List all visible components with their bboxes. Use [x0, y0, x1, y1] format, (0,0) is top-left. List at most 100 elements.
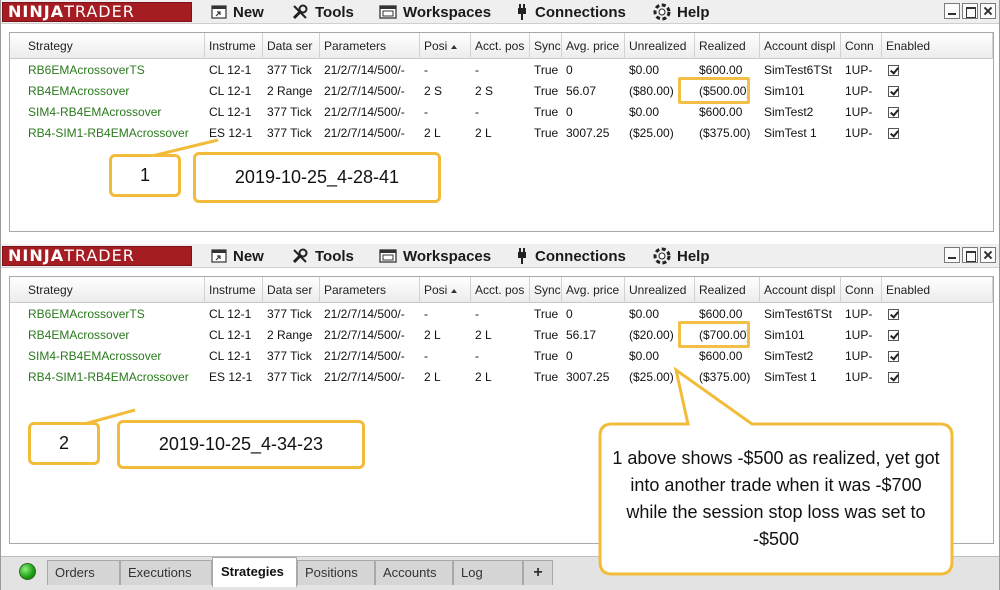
column-header-account-display[interactable]: Account displ — [760, 33, 841, 59]
table-row[interactable]: SIM4-RB4EMAcrossover CL 12-1 377 Tick 21/2/… — [10, 346, 993, 367]
cell-data-series: 377 Tick — [267, 63, 312, 77]
menu-workspaces[interactable]: Workspaces — [379, 2, 491, 22]
cell-position: 2 L — [424, 126, 441, 140]
column-header-enabled[interactable]: Enabled — [882, 33, 993, 59]
cell-realized: ($375.00) — [699, 370, 751, 384]
cell-account-position: - — [475, 307, 479, 321]
cell-connection: 1UP- — [845, 126, 873, 140]
cell-instrument: CL 12-1 — [209, 349, 252, 363]
cell-enabled — [882, 60, 993, 81]
cell-instrument: CL 12-1 — [209, 84, 252, 98]
cell-avg-price: 56.17 — [566, 328, 597, 342]
menu-help[interactable]: Help — [653, 246, 710, 266]
menu-new[interactable]: New — [211, 246, 264, 266]
cell-account-position: 2 L — [475, 328, 492, 342]
tab-orders[interactable]: Orders — [47, 560, 120, 585]
tab-executions[interactable]: Executions — [120, 560, 212, 585]
column-header-account-position[interactable]: Acct. pos — [471, 33, 530, 59]
tab-strategies[interactable]: Strategies — [212, 557, 297, 587]
cell-sync: True — [534, 370, 559, 384]
column-header-avg-price[interactable]: Avg. price — [562, 33, 625, 59]
column-header-instrument[interactable]: Instrume — [205, 277, 263, 303]
table-row[interactable]: RB4-SIM1-RB4EMAcrossover ES 12-1 377 Tick 2… — [10, 367, 993, 388]
column-header-enabled[interactable]: Enabled — [882, 277, 993, 303]
table-row[interactable]: RB6EMAcrossoverTS CL 12-1 377 Tick 21/2/7/1… — [10, 60, 993, 81]
minimize-button[interactable] — [944, 247, 960, 263]
column-header-parameters[interactable]: Parameters — [320, 277, 420, 303]
column-header-unrealized[interactable]: Unrealized — [625, 33, 695, 59]
column-header-parameters[interactable]: Parameters — [320, 33, 420, 59]
column-header-strategy[interactable]: Strategy — [10, 277, 205, 303]
close-button[interactable] — [980, 3, 996, 19]
enabled-checkbox[interactable] — [888, 86, 899, 97]
cell-sync: True — [534, 126, 559, 140]
tab-log[interactable]: Log — [453, 560, 523, 585]
enabled-checkbox[interactable] — [888, 107, 899, 118]
column-header-account-position[interactable]: Acct. pos — [471, 277, 530, 303]
cell-sync: True — [534, 349, 559, 363]
column-header-position[interactable]: Posi — [420, 33, 471, 59]
callout-timestamp-2: 2019-10-25_4-34-23 — [117, 420, 365, 469]
column-header-strategy[interactable]: Strategy — [10, 33, 205, 59]
column-header-data-series[interactable]: Data ser — [263, 33, 320, 59]
strategies-grid: Strategy Instrume Data ser Parameters Posi Ac… — [9, 32, 994, 232]
grid-body: RB6EMAcrossoverTS CL 12-1 377 Tick 21/2/7/1… — [10, 60, 993, 144]
column-header-position[interactable]: Posi — [420, 277, 471, 303]
column-header-connection[interactable]: Conn — [841, 33, 882, 59]
enabled-checkbox[interactable] — [888, 330, 899, 341]
menu-new[interactable]: New — [211, 2, 264, 22]
cell-account-display: SimTest 1 — [764, 126, 817, 140]
close-button[interactable] — [980, 247, 996, 263]
column-header-realized[interactable]: Realized — [695, 277, 760, 303]
table-row[interactable]: RB4EMAcrossover CL 12-1 2 Range 21/2/7/14/5… — [10, 81, 993, 102]
grid-header: Strategy Instrume Data ser Parameters Posi Ac… — [10, 277, 993, 303]
cell-data-series: 377 Tick — [267, 349, 312, 363]
maximize-button[interactable] — [962, 3, 978, 19]
enabled-checkbox[interactable] — [888, 128, 899, 139]
cell-connection: 1UP- — [845, 63, 873, 77]
cell-position: - — [424, 349, 428, 363]
column-header-account-display[interactable]: Account displ — [760, 277, 841, 303]
column-header-connection[interactable]: Conn — [841, 277, 882, 303]
cell-account-position: 2 L — [475, 126, 492, 140]
minimize-button[interactable] — [944, 3, 960, 19]
enabled-checkbox[interactable] — [888, 309, 899, 320]
callout-timestamp-1: 2019-10-25_4-28-41 — [193, 152, 441, 203]
column-header-sync[interactable]: Sync — [530, 33, 562, 59]
table-row[interactable]: RB4EMAcrossover CL 12-1 2 Range 21/2/7/14/5… — [10, 325, 993, 346]
menu-connections[interactable]: Connections — [515, 246, 626, 266]
tools-icon — [292, 4, 308, 20]
column-header-avg-price[interactable]: Avg. price — [562, 277, 625, 303]
menu-connections[interactable]: Connections — [515, 2, 626, 22]
enabled-checkbox[interactable] — [888, 65, 899, 76]
table-row[interactable]: RB4-SIM1-RB4EMAcrossover ES 12-1 377 Tick 2… — [10, 123, 993, 144]
table-row[interactable]: SIM4-RB4EMAcrossover CL 12-1 377 Tick 21/2/… — [10, 102, 993, 123]
column-header-realized[interactable]: Realized — [695, 33, 760, 59]
enabled-checkbox[interactable] — [888, 351, 899, 362]
enabled-checkbox[interactable] — [888, 372, 899, 383]
column-header-data-series[interactable]: Data ser — [263, 277, 320, 303]
menu-tools[interactable]: Tools — [291, 2, 354, 22]
cell-account-display: Sim101 — [764, 84, 805, 98]
ninjatrader-logo: NINJATRADER — [2, 246, 192, 266]
maximize-button[interactable] — [962, 247, 978, 263]
cell-sync: True — [534, 63, 559, 77]
column-header-instrument[interactable]: Instrume — [205, 33, 263, 59]
cell-parameters: 21/2/7/14/500/- — [324, 84, 405, 98]
column-header-sync[interactable]: Sync — [530, 277, 562, 303]
cell-strategy: RB4EMAcrossover — [28, 328, 130, 342]
column-header-unrealized[interactable]: Unrealized — [625, 277, 695, 303]
cell-instrument: CL 12-1 — [209, 307, 252, 321]
cell-account-position: - — [475, 349, 479, 363]
add-tab-button[interactable]: + — [523, 560, 553, 585]
cell-strategy: SIM4-RB4EMAcrossover — [28, 349, 162, 363]
tab-positions[interactable]: Positions — [297, 560, 375, 585]
cell-parameters: 21/2/7/14/500/- — [324, 307, 405, 321]
cell-parameters: 21/2/7/14/500/- — [324, 63, 405, 77]
menu-help[interactable]: Help — [653, 2, 710, 22]
menu-workspaces[interactable]: Workspaces — [379, 246, 491, 266]
menu-tools[interactable]: Tools — [291, 246, 354, 266]
table-row[interactable]: RB6EMAcrossoverTS CL 12-1 377 Tick 21/2/7/1… — [10, 304, 993, 325]
cell-data-series: 377 Tick — [267, 307, 312, 321]
tab-accounts[interactable]: Accounts — [375, 560, 453, 585]
